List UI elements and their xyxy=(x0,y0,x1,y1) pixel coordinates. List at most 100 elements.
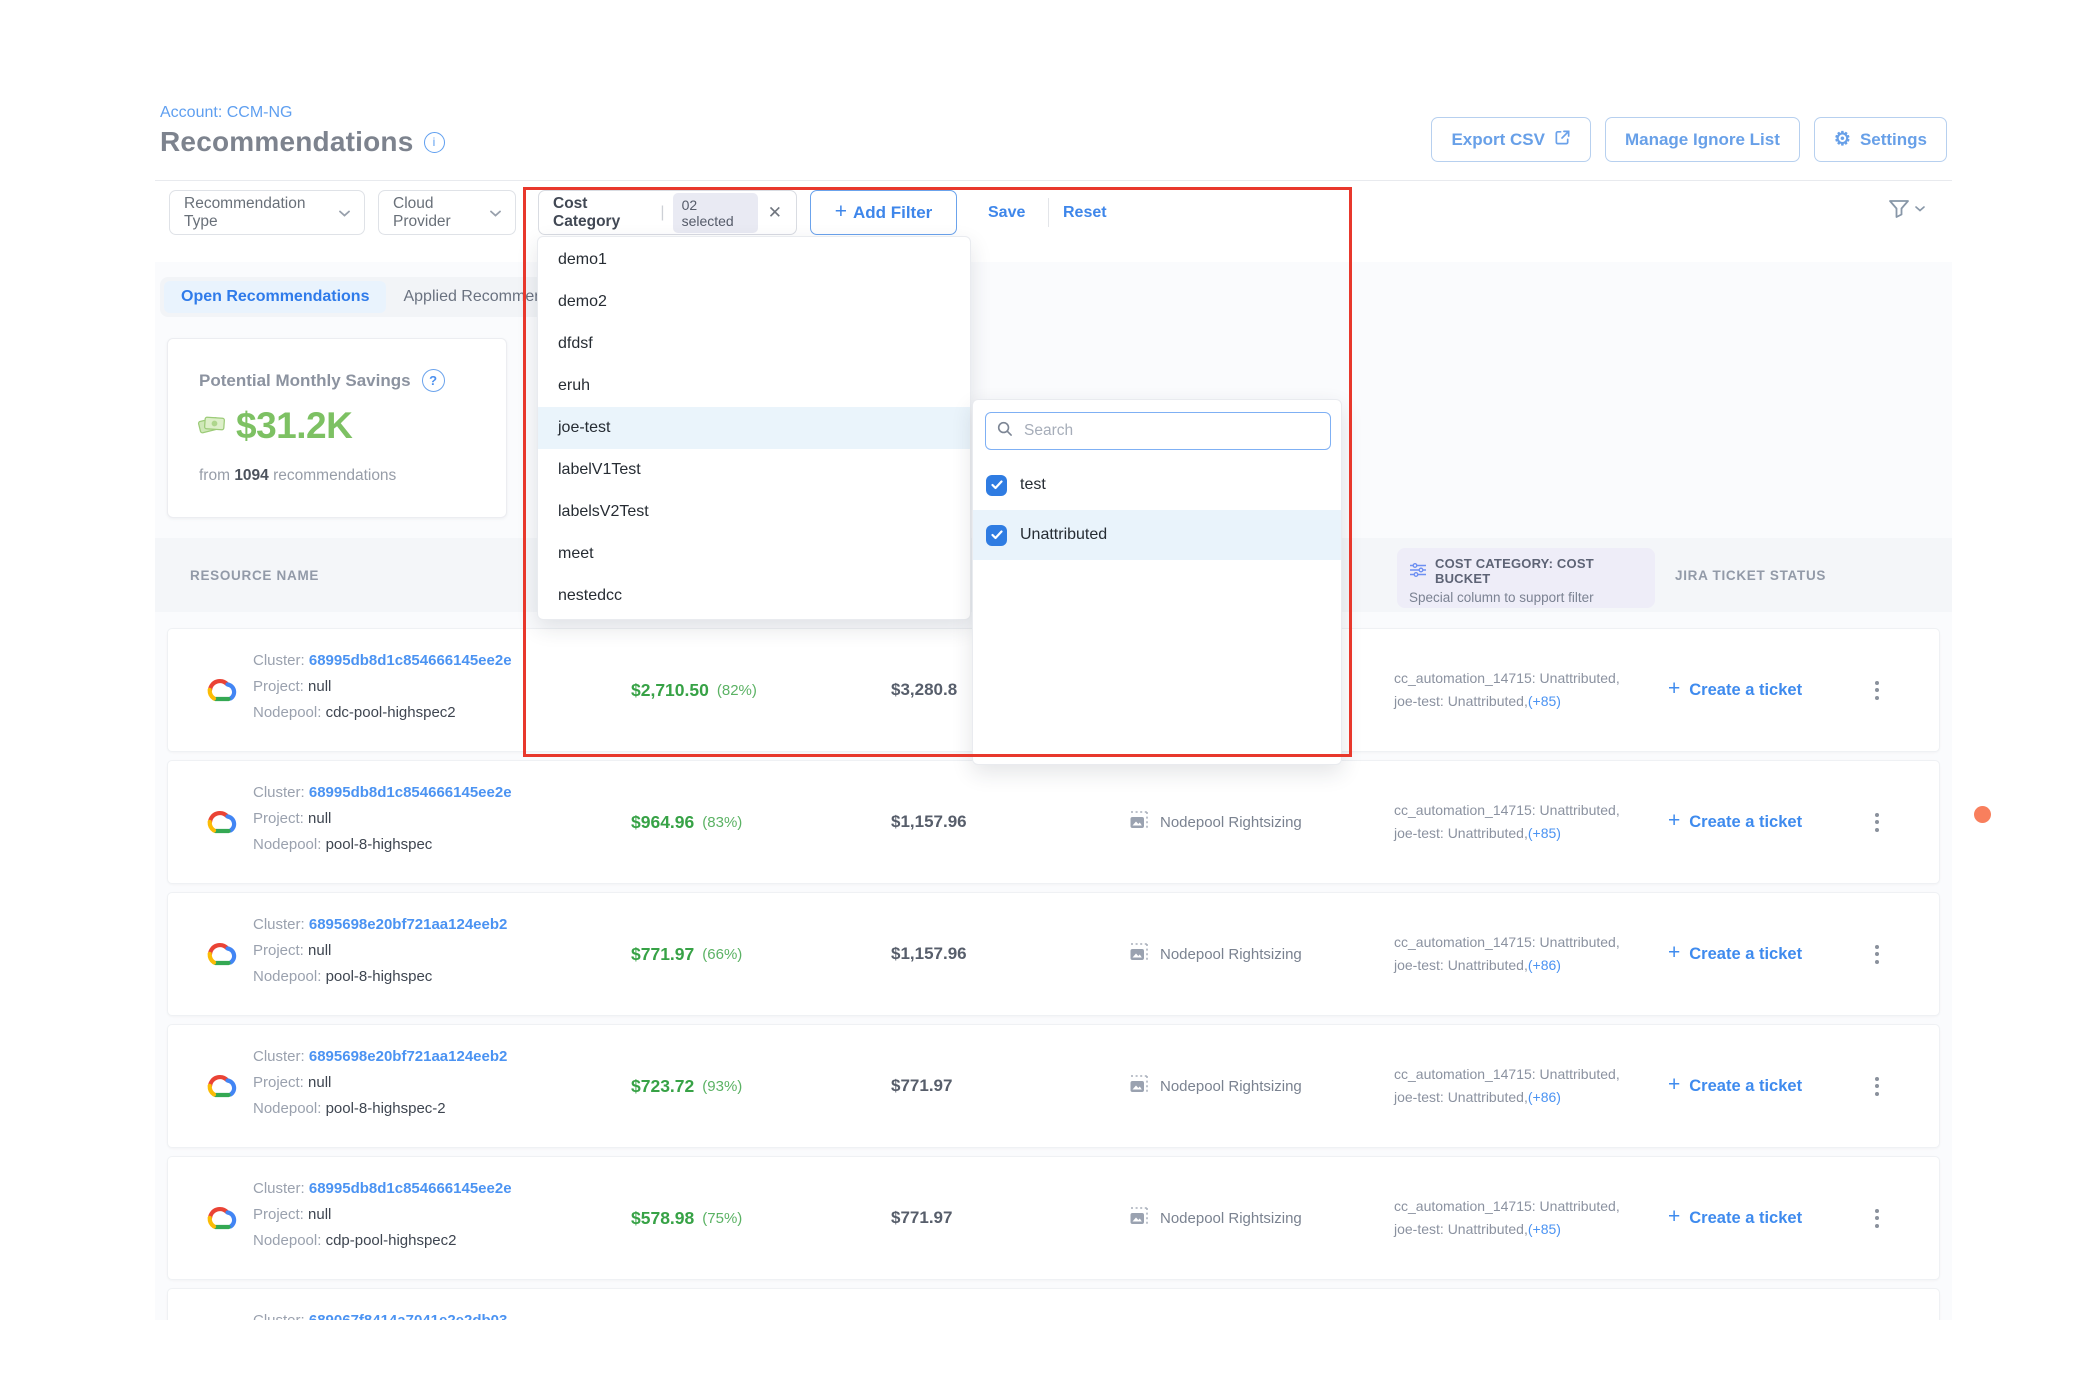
create-ticket-button[interactable]: + Create a ticket xyxy=(1668,893,1802,1015)
export-csv-label: Export CSV xyxy=(1451,130,1545,150)
info-icon[interactable]: i xyxy=(424,132,445,153)
checked-checkbox-icon[interactable] xyxy=(986,475,1007,496)
project-value: null xyxy=(308,678,331,695)
savings-percent: (66%) xyxy=(702,946,742,963)
recommendation-type-filter[interactable]: Recommendation Type xyxy=(169,190,365,235)
rightsizing-icon xyxy=(1128,1073,1150,1099)
plus-icon: + xyxy=(1668,1073,1680,1097)
savings-subtitle: from 1094 recommendations xyxy=(199,467,396,485)
cost-bucket-option[interactable]: demo1 xyxy=(538,239,970,281)
cost-category-label: Cost Category xyxy=(553,195,652,231)
cost-bucket-option[interactable]: joe-test xyxy=(538,407,970,449)
reset-filter-link[interactable]: Reset xyxy=(1063,190,1107,235)
cluster-link[interactable]: 6895698e20bf721aa124eeb2 xyxy=(309,916,508,933)
cluster-link[interactable]: 68995db8d1c854666145ee2e xyxy=(309,652,512,669)
filter-funnel-icon[interactable] xyxy=(1888,199,1925,219)
export-csv-button[interactable]: Export CSV xyxy=(1431,117,1591,162)
cost-bucket-option[interactable]: labelsV2Test xyxy=(538,491,970,533)
create-ticket-label: Create a ticket xyxy=(1689,1077,1802,1096)
add-filter-label: Add Filter xyxy=(853,203,932,223)
manage-ignore-list-button[interactable]: Manage Ignore List xyxy=(1605,117,1800,162)
value-option[interactable]: Unattributed xyxy=(973,510,1341,560)
create-ticket-button[interactable]: + Create a ticket xyxy=(1668,761,1802,883)
cluster-label: Cluster: xyxy=(253,1048,305,1065)
help-icon[interactable]: ? xyxy=(422,369,445,392)
monthly-cost-cell: $1,157.96 xyxy=(891,761,967,883)
kebab-menu-icon[interactable] xyxy=(1860,1025,1894,1147)
cluster-label: Cluster: xyxy=(253,652,305,669)
cost-bucket-option[interactable]: meet xyxy=(538,533,970,575)
nodepool-label: Nodepool: xyxy=(253,704,321,721)
header-divider xyxy=(155,180,1952,181)
cost-category-more-link[interactable]: (+86) xyxy=(1528,957,1561,973)
filter-links-divider xyxy=(1048,198,1049,227)
cost-bucket-option[interactable]: dfdsf xyxy=(538,323,970,365)
cost-category-more-link[interactable]: (+86) xyxy=(1528,1089,1561,1105)
monthly-savings-cell: $964.96 (83%) xyxy=(631,761,742,883)
project-value: null xyxy=(308,810,331,827)
recommendations-page: Account: CCM-NG Recommendations i Export… xyxy=(0,0,2094,1392)
create-ticket-button[interactable]: + Create a ticket xyxy=(1668,1025,1802,1147)
resource-details: Cluster: 6895698e20bf721aa124eeb2 Projec… xyxy=(253,912,507,990)
chip-separator: | xyxy=(660,204,664,222)
resource-details: Cluster: 68995db8d1c854666145ee2e Projec… xyxy=(253,648,512,726)
search-input[interactable] xyxy=(1022,421,1319,441)
cost-bucket-option[interactable]: nestedcc xyxy=(538,575,970,617)
table-row[interactable]: Cluster: 68995db8d1c854666145ee2e Projec… xyxy=(167,1156,1940,1280)
cost-category-more-link[interactable]: (+85) xyxy=(1528,693,1561,709)
nodepool-label: Nodepool: xyxy=(253,968,321,985)
breadcrumb[interactable]: Account: CCM-NG xyxy=(160,104,292,122)
savings-percent: (93%) xyxy=(702,1078,742,1095)
kebab-menu-icon[interactable] xyxy=(1860,629,1894,751)
cluster-link[interactable]: 6895698e20bf721aa124eeb2 xyxy=(309,1048,508,1065)
value-option-label: Unattributed xyxy=(1020,526,1107,544)
cost-bucket-option[interactable]: demo2 xyxy=(538,281,970,323)
project-label: Project: xyxy=(253,678,304,695)
cost-category-more-link[interactable]: (+85) xyxy=(1528,825,1561,841)
create-ticket-button[interactable]: + Create a ticket xyxy=(1668,1157,1802,1279)
cost-bucket-option[interactable]: labelV1Test xyxy=(538,449,970,491)
cluster-link[interactable]: 68995db8d1c854666145ee2e xyxy=(309,784,512,801)
search-input-wrapper xyxy=(985,412,1331,450)
create-ticket-label: Create a ticket xyxy=(1689,813,1802,832)
cluster-link[interactable]: 68995db8d1c854666145ee2e xyxy=(309,1180,512,1197)
savings-amount: $723.72 xyxy=(631,1076,694,1097)
tab-open-recommendations[interactable]: Open Recommendations xyxy=(164,281,386,313)
recommendations-tabs: Open Recommendations Applied Recommendat… xyxy=(160,277,570,317)
kebab-menu-icon[interactable] xyxy=(1860,1157,1894,1279)
recommendation-type-label: Nodepool Rightsizing xyxy=(1160,1078,1302,1095)
column-header-cost-category: COST CATEGORY: COST BUCKET Special colum… xyxy=(1397,548,1655,608)
table-row[interactable]: Cluster: 68995db8d1c854666145ee2e Projec… xyxy=(167,760,1940,884)
table-row[interactable]: Cluster: 6895698e20bf721aa124eeb2 Projec… xyxy=(167,1024,1940,1148)
savings-amount: $771.97 xyxy=(631,944,694,965)
add-filter-button[interactable]: + Add Filter xyxy=(810,190,957,235)
cost-category-filter-chip[interactable]: Cost Category | 02 selected ✕ xyxy=(538,190,797,235)
project-label: Project: xyxy=(253,1206,304,1223)
kebab-menu-icon[interactable] xyxy=(1860,761,1894,883)
nodepool-value: pool-8-highspec xyxy=(326,836,433,853)
save-filter-link[interactable]: Save xyxy=(988,190,1025,235)
chevron-down-icon xyxy=(490,204,501,222)
recommendation-type-cell: Nodepool Rightsizing xyxy=(1128,761,1302,883)
plus-icon: + xyxy=(1668,809,1680,833)
cluster-label: Cluster: xyxy=(253,1180,305,1197)
filter-lines-icon xyxy=(1409,563,1427,580)
cost-bucket-option[interactable]: eruh xyxy=(538,365,970,407)
cost-category-more-link[interactable]: (+85) xyxy=(1528,1221,1561,1237)
create-ticket-button[interactable]: + Create a ticket xyxy=(1668,629,1802,751)
savings-percent: (75%) xyxy=(702,1210,742,1227)
recommendation-type-label: Nodepool Rightsizing xyxy=(1160,1210,1302,1227)
savings-amount: $578.98 xyxy=(631,1208,694,1229)
cloud-provider-filter[interactable]: Cloud Provider xyxy=(378,190,516,235)
table-row[interactable]: Cluster: 6895698e20bf721aa124eeb2 Projec… xyxy=(167,892,1940,1016)
kebab-menu-icon[interactable] xyxy=(1860,893,1894,1015)
cost-category-cell: cc_automation_14715: Unattributed, joe-t… xyxy=(1394,893,1620,1015)
create-ticket-label: Create a ticket xyxy=(1689,1209,1802,1228)
settings-button[interactable]: ⚙ Settings xyxy=(1814,117,1947,162)
close-icon[interactable]: ✕ xyxy=(768,203,782,223)
nodepool-value: pool-8-highspec-2 xyxy=(326,1100,446,1117)
checked-checkbox-icon[interactable] xyxy=(986,525,1007,546)
cost-category-cell: cc_automation_14715: Unattributed, joe-t… xyxy=(1394,761,1620,883)
gcp-cloud-icon xyxy=(201,675,237,710)
value-option[interactable]: test xyxy=(973,460,1341,510)
